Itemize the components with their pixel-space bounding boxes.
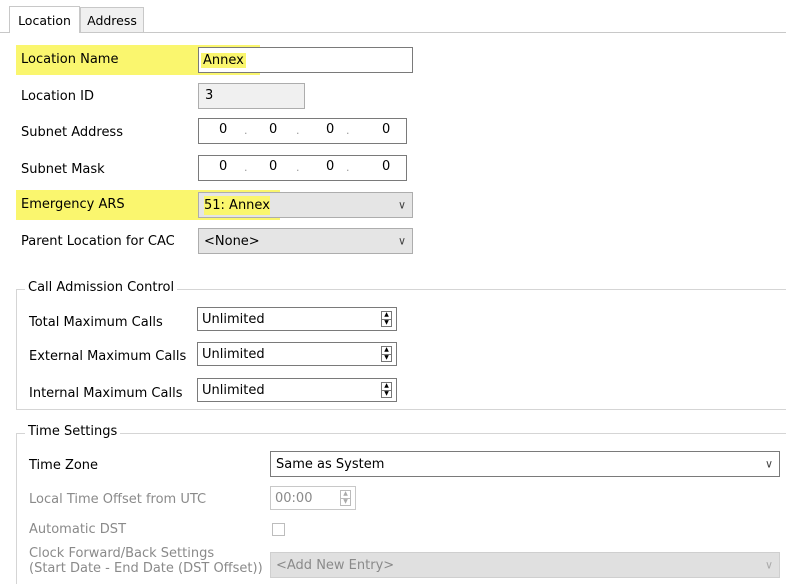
spin-arrows-icon[interactable]: ▲ ▼ <box>381 382 392 398</box>
cac-group-title: Call Admission Control <box>25 280 178 295</box>
subnet-mask-octet-3[interactable]: 0 <box>326 159 334 174</box>
tab-strip-border <box>0 32 786 33</box>
total-max-calls-value: Unlimited <box>202 311 265 327</box>
spin-arrows-icon[interactable]: ▲ ▼ <box>381 346 392 362</box>
automatic-dst-checkbox[interactable] <box>272 523 285 536</box>
tab-address-label: Address <box>87 12 137 28</box>
parent-location-select[interactable]: <None> ∨ <box>198 228 413 254</box>
clock-settings-label-line1: Clock Forward/Back Settings <box>29 546 215 561</box>
subnet-address-octet-1[interactable]: 0 <box>219 122 227 137</box>
clock-settings-value: <Add New Entry> <box>276 557 395 573</box>
location-name-input[interactable]: Annex <box>198 47 413 73</box>
tab-address[interactable]: Address <box>80 7 144 32</box>
spin-arrows-icon[interactable]: ▲ ▼ <box>381 311 392 327</box>
subnet-mask-octet-2[interactable]: 0 <box>269 159 277 174</box>
utc-offset-spinner[interactable]: 00:00 ▲ ▼ <box>270 486 356 510</box>
tab-location-label: Location <box>18 12 71 28</box>
spin-arrows-icon[interactable]: ▲ ▼ <box>340 490 351 506</box>
tab-location[interactable]: Location <box>9 6 80 33</box>
utc-offset-label: Local Time Offset from UTC <box>29 492 207 507</box>
emergency-ars-label: Emergency ARS <box>21 197 125 212</box>
subnet-address-octet-4[interactable]: 0 <box>382 122 390 137</box>
internal-max-calls-label: Internal Maximum Calls <box>29 386 183 401</box>
time-zone-value: Same as System <box>276 456 385 472</box>
total-max-calls-label: Total Maximum Calls <box>29 315 163 330</box>
total-max-calls-spinner[interactable]: Unlimited ▲ ▼ <box>197 307 397 331</box>
location-id-label: Location ID <box>21 89 94 104</box>
time-zone-select[interactable]: Same as System ∨ <box>270 451 780 477</box>
subnet-address-octet-3[interactable]: 0 <box>326 122 334 137</box>
parent-location-label: Parent Location for CAC <box>21 234 175 249</box>
subnet-address-input[interactable]: 0 . 0 . 0 . 0 <box>198 118 407 144</box>
location-id-field: 3 <box>198 83 305 109</box>
location-id-value: 3 <box>205 88 214 103</box>
internal-max-calls-value: Unlimited <box>202 382 265 398</box>
time-zone-label: Time Zone <box>29 458 99 473</box>
location-name-label: Location Name <box>21 52 119 67</box>
subnet-mask-label: Subnet Mask <box>21 162 105 177</box>
subnet-address-octet-2[interactable]: 0 <box>269 122 277 137</box>
time-settings-group-title: Time Settings <box>25 424 121 439</box>
clock-settings-label-line2: (Start Date - End Date (DST Offset)) <box>29 561 263 576</box>
clock-settings-label: Clock Forward/Back Settings (Start Date … <box>29 546 263 576</box>
chevron-down-icon: ∨ <box>764 558 773 572</box>
utc-offset-value: 00:00 <box>275 490 313 506</box>
chevron-down-icon: ∨ <box>397 198 406 212</box>
internal-max-calls-spinner[interactable]: Unlimited ▲ ▼ <box>197 378 397 402</box>
automatic-dst-label: Automatic DST <box>29 522 127 537</box>
external-max-calls-label: External Maximum Calls <box>29 349 187 364</box>
subnet-mask-octet-1[interactable]: 0 <box>219 159 227 174</box>
subnet-mask-input[interactable]: 0 . 0 . 0 . 0 <box>198 155 407 181</box>
subnet-address-label: Subnet Address <box>21 125 123 140</box>
external-max-calls-spinner[interactable]: Unlimited ▲ ▼ <box>197 342 397 366</box>
chevron-down-icon: ∨ <box>397 234 406 248</box>
emergency-ars-select[interactable]: 51: Annex ∨ <box>198 192 413 218</box>
location-name-value: Annex <box>201 52 246 68</box>
parent-location-value: <None> <box>204 233 260 249</box>
subnet-mask-octet-4[interactable]: 0 <box>382 159 390 174</box>
clock-settings-select[interactable]: <Add New Entry> ∨ <box>270 552 780 578</box>
chevron-down-icon: ∨ <box>764 457 773 471</box>
external-max-calls-value: Unlimited <box>202 346 265 362</box>
emergency-ars-value: 51: Annex <box>204 195 270 215</box>
